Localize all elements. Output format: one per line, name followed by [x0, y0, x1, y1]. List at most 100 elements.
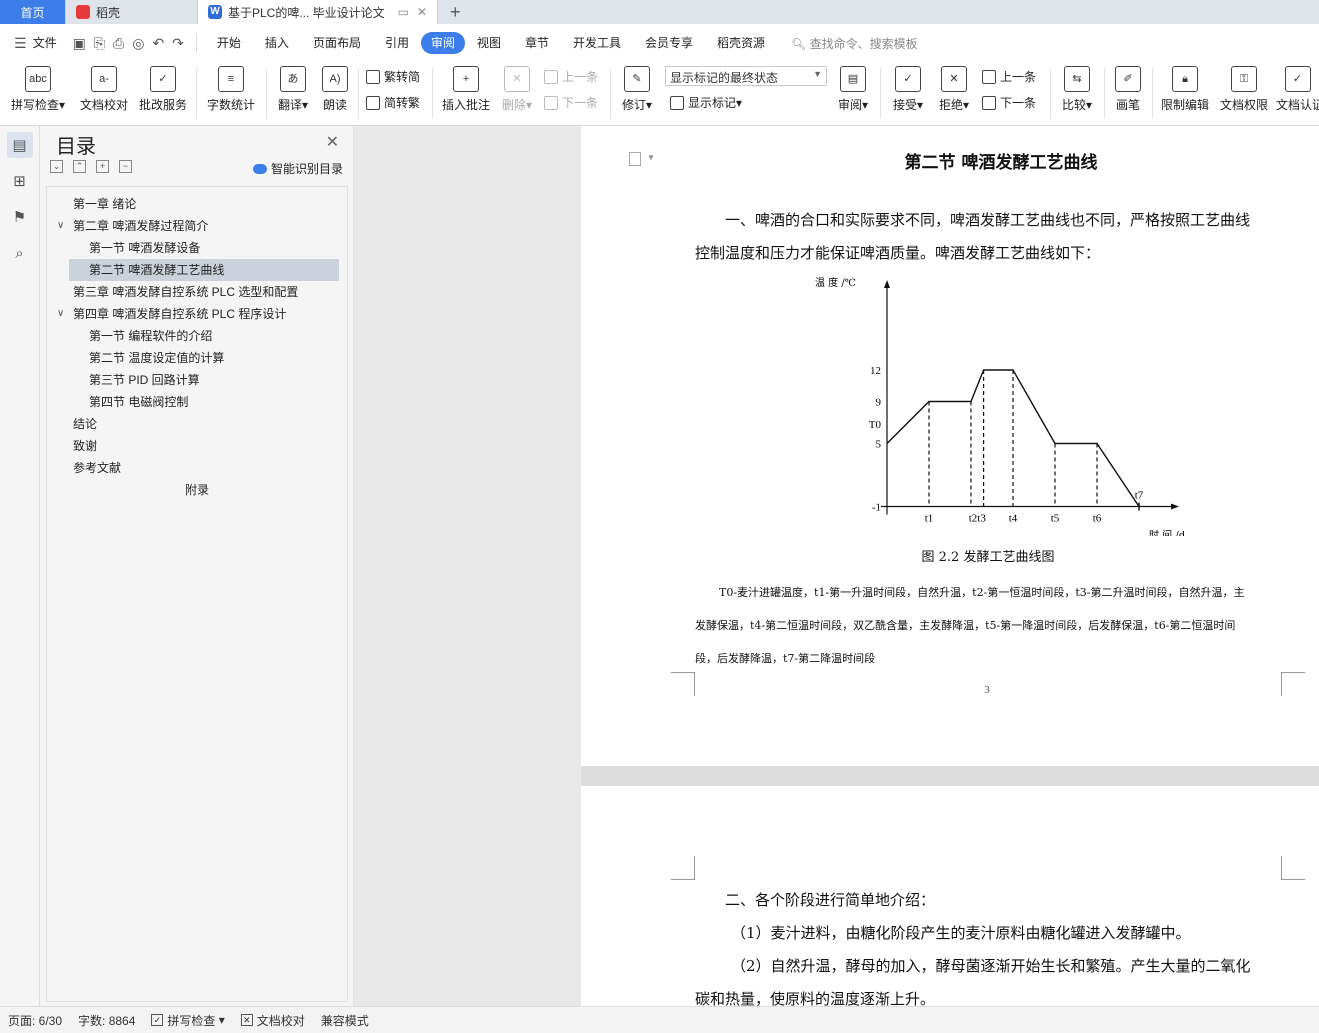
toc-item[interactable]: ∨ 第二章 啤酒发酵过程简介 [47, 215, 347, 237]
x-tick-label: t7 [1135, 490, 1144, 502]
toc-item-selected[interactable]: 第二节 啤酒发酵工艺曲线 [69, 259, 339, 281]
y-tick-label: 9 [876, 397, 882, 409]
read-aloud-button[interactable]: A) 朗读 [318, 66, 352, 113]
paragraph-line: 控制温度和压力才能保证啤酒质量。啤酒发酵工艺曲线如下： [695, 244, 1101, 262]
save-icon[interactable]: ▣ [69, 35, 90, 52]
doc-cert-button[interactable]: ✓ 文档认证 [1276, 66, 1319, 113]
doc-cert-label: 文档认证 [1276, 98, 1319, 112]
next-comment-button[interactable]: 下一条 [544, 94, 598, 111]
tab-daoke-label: 稻壳 [96, 5, 121, 20]
legend-line: 段，后发酵降温，t7-第二降温时间段 [695, 652, 876, 665]
accept-button[interactable]: ✓ 接受▾ [888, 66, 928, 113]
tab-document[interactable]: W 基于PLC的啤... 毕业设计论文 ▭ ✕ [198, 0, 438, 24]
track-changes-button[interactable]: ✎ 修订▾ [618, 66, 656, 113]
translate-button[interactable]: あ翻译▾ [274, 66, 312, 113]
menu-review[interactable]: 审阅 [420, 32, 465, 54]
reject-button[interactable]: ✕ 拒绝▾ [934, 66, 974, 113]
compare-button[interactable]: ⇆ 比较▾ [1058, 66, 1096, 113]
new-tab-button[interactable]: + [438, 0, 473, 24]
close-icon[interactable]: ✕ [326, 132, 339, 152]
toc-item-label: 第四章 啤酒发酵自控系统 PLC 程序设计 [73, 307, 287, 321]
prev-change-button[interactable]: 上一条 [982, 68, 1036, 85]
ribbon-review: abc 拼写检查▾ a- 文档校对 ✓ 批改服务 ≡ 字数统计 あ翻译▾ A) 朗读 繁转… [0, 62, 1319, 126]
expand-all-icon[interactable]: ⌃ [73, 160, 86, 173]
page-indicator[interactable]: 页面: 6/30 [8, 1012, 62, 1029]
next-change-button[interactable]: 下一条 [982, 94, 1036, 111]
menu-references[interactable]: 引用 [373, 32, 421, 54]
spell-check-button[interactable]: abc 拼写检查▾ [8, 66, 68, 113]
print-preview-icon[interactable]: ◎ [128, 35, 148, 52]
toc-item[interactable]: 第四节 电磁阀控制 [47, 391, 347, 413]
toc-item-label: 致谢 [73, 439, 98, 453]
menu-start[interactable]: 开始 [205, 32, 253, 54]
review-pane-button[interactable]: ▤ 审阅▾ [834, 66, 872, 113]
menu-bar: ☰ 文件 ▣ ⎘ ⎙ ◎ ↶ ↷ 开始 插入 页面布局 引用 审阅 视图 章节 … [0, 24, 1319, 62]
toc-item[interactable]: 参考文献 [47, 457, 347, 479]
chapter-nav-icon[interactable]: ⊞ [7, 168, 33, 194]
menu-view[interactable]: 视图 [465, 32, 513, 54]
redo-icon[interactable]: ↷ [168, 35, 188, 52]
smart-toc-button[interactable]: 智能识别目录 [252, 160, 343, 177]
delete-comment-label: 删除 [501, 98, 526, 112]
accept-label: 接受 [892, 98, 917, 112]
toc-item[interactable]: 致谢 [47, 435, 347, 457]
command-search[interactable]: 🔍︎ 查找命令、搜索模板 [791, 35, 918, 52]
ribbon-separator [1050, 68, 1051, 118]
toc-item[interactable]: 第三章 啤酒发酵自控系统 PLC 选型和配置 [47, 281, 347, 303]
toc-panel-icon[interactable]: ▤ [6, 132, 33, 158]
close-icon[interactable]: ✕ [417, 5, 427, 19]
next-comment-label: 下一条 [562, 96, 599, 110]
toc-item[interactable]: 第一节 啤酒发酵设备 [47, 237, 347, 259]
doc-rights-button[interactable]: ⚿ 文档权限 [1218, 66, 1270, 113]
doc-proof-button[interactable]: a- 文档校对 [78, 66, 130, 113]
menu-page-layout[interactable]: 页面布局 [301, 32, 373, 54]
tab-home[interactable]: 首页 [0, 0, 66, 24]
pen-button[interactable]: ✐ 画笔 [1110, 66, 1146, 113]
tab-daoke[interactable]: 稻壳 [66, 0, 198, 24]
prev-change-label: 上一条 [1000, 70, 1037, 84]
delete-comment-button[interactable]: ✕ 删除▾ [498, 66, 536, 113]
toc-item[interactable]: ∨ 第四章 啤酒发酵自控系统 PLC 程序设计 [47, 303, 347, 325]
toc-item[interactable]: 附录 [47, 479, 347, 501]
spell-check-status[interactable]: ✓ 拼写检查 ▾ [151, 1012, 225, 1029]
hamburger-icon[interactable]: ☰ [10, 35, 31, 52]
collapse-all-icon[interactable]: ⌄ [50, 160, 63, 173]
markup-mode-select[interactable]: 显示标记的最终状态 ▼ [665, 66, 827, 86]
toc-item[interactable]: 第三节 PID 回路计算 [47, 369, 347, 391]
toc-item[interactable]: 第一节 编程软件的介绍 [47, 325, 347, 347]
trad-to-simp-button[interactable]: 繁转简 [366, 68, 420, 85]
tab-home-label: 首页 [20, 5, 45, 20]
word-count-button[interactable]: ≡ 字数统计 [204, 66, 258, 113]
pen-icon: ✐ [1115, 66, 1141, 92]
pin-icon[interactable]: ▭ [398, 5, 409, 19]
toc-item[interactable]: 结论 [47, 413, 347, 435]
menu-file[interactable]: 文件 [31, 32, 69, 54]
nav-rail: ▤ ⊞ ⚑ ⌕ [0, 126, 40, 1006]
simp-to-trad-button[interactable]: 简转繁 [366, 94, 420, 111]
prev-comment-button[interactable]: 上一条 [544, 68, 598, 85]
show-markup-button[interactable]: 显示标记 ▾ [670, 94, 742, 111]
toc-item[interactable]: 第一章 绪论 [47, 193, 347, 215]
bookmark-icon[interactable]: ⚑ [7, 204, 33, 230]
menu-insert[interactable]: 插入 [253, 32, 301, 54]
add-level-icon[interactable]: + [96, 160, 109, 173]
search-icon[interactable]: ⌕ [7, 240, 33, 266]
print-icon[interactable]: ⎙ [109, 35, 128, 52]
doc-proof-status[interactable]: ✕ 文档校对 [240, 1012, 305, 1029]
menu-separator [195, 34, 197, 52]
remove-level-icon[interactable]: − [119, 160, 132, 173]
undo-icon[interactable]: ↶ [148, 35, 168, 52]
chevron-down-icon[interactable]: ∨ [57, 215, 64, 237]
show-markup-icon [670, 95, 684, 110]
menu-chapter[interactable]: 章节 [513, 32, 561, 54]
restrict-edit-button[interactable]: 🔒︎ 限制编辑 [1158, 66, 1212, 113]
word-count-indicator[interactable]: 字数: 8864 [78, 1012, 135, 1029]
menu-daoke-resources[interactable]: 稻壳资源 [705, 32, 777, 54]
menu-member[interactable]: 会员专享 [633, 32, 705, 54]
export-pdf-icon[interactable]: ⎘ [90, 35, 109, 52]
menu-developer[interactable]: 开发工具 [561, 32, 633, 54]
insert-comment-button[interactable]: + 插入批注 [440, 66, 492, 113]
batch-service-button[interactable]: ✓ 批改服务 [137, 66, 189, 113]
toc-item[interactable]: 第二节 温度设定值的计算 [47, 347, 347, 369]
chevron-down-icon[interactable]: ∨ [57, 303, 64, 325]
